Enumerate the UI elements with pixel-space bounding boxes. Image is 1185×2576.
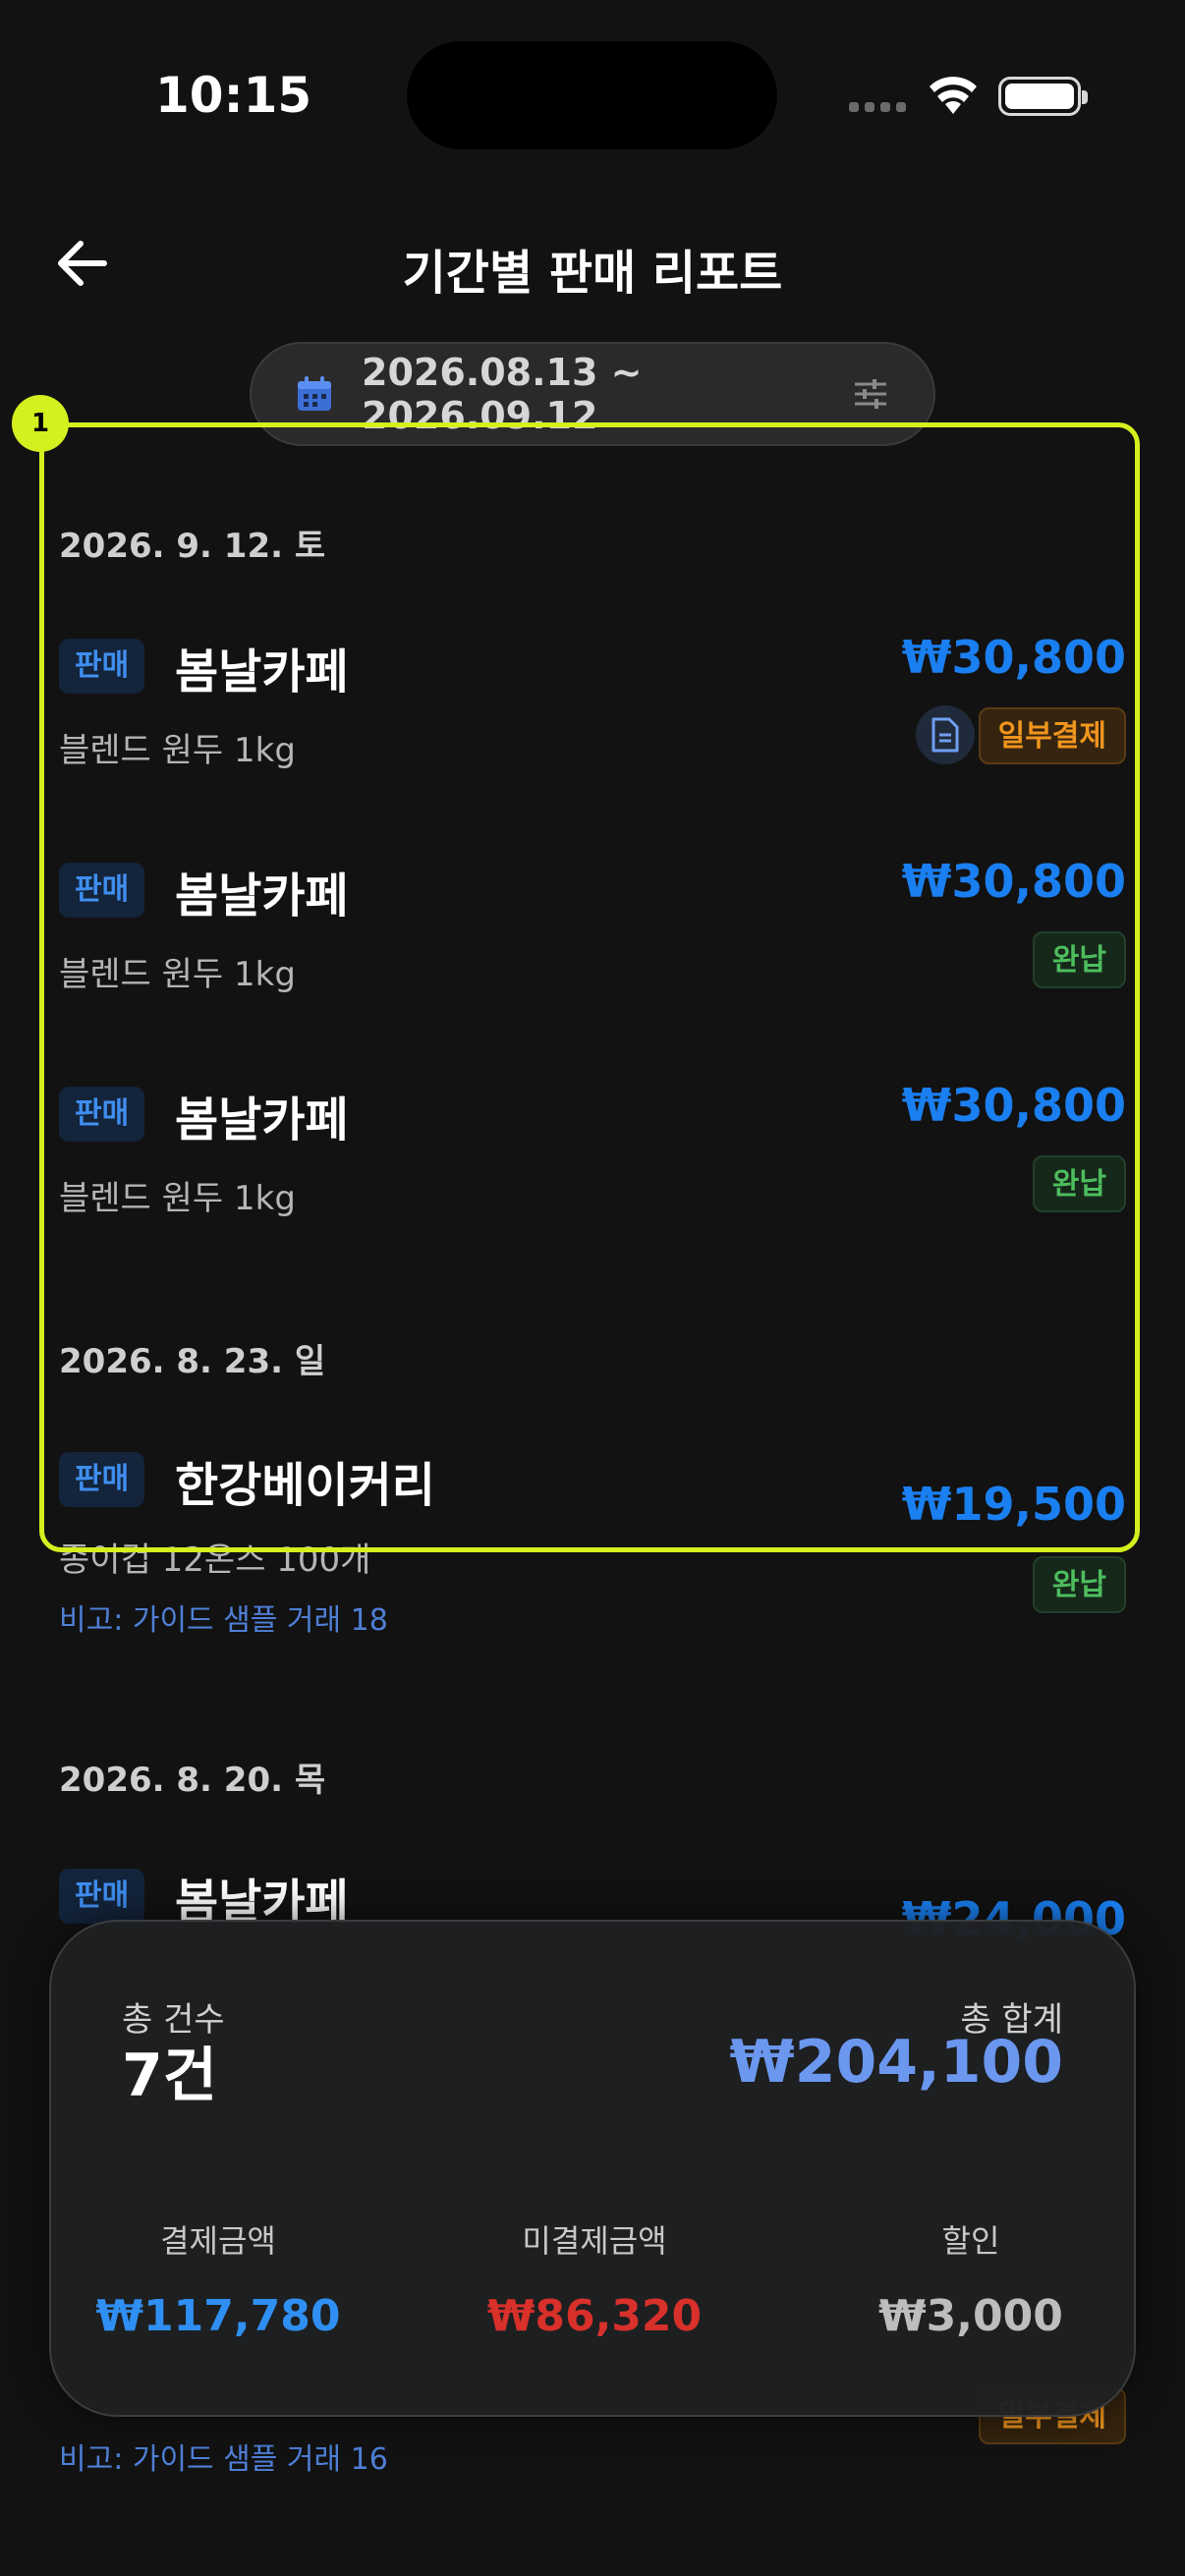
highlight-badge: 1 <box>12 395 69 452</box>
date-header: 2026. 8. 20. 목 <box>59 1761 326 1800</box>
highlight-box <box>39 422 1140 1552</box>
page-title: 기간별 판매 리포트 <box>402 246 783 301</box>
paid-amount-label: 결제금액 <box>160 2222 276 2260</box>
cellular-signal-icon <box>849 102 906 112</box>
battery-icon <box>998 77 1088 116</box>
total-count-value: 7건 <box>122 2042 217 2110</box>
type-tag: 판매 <box>59 1869 145 1924</box>
discount-label: 할인 <box>941 2222 1000 2260</box>
paid-amount-value: ₩117,780 <box>95 2291 341 2341</box>
discount-column: 할인 ₩3,000 <box>804 2216 1138 2341</box>
wifi-icon <box>930 77 977 114</box>
unpaid-amount-column: 미결제금액 ₩86,320 <box>427 2216 762 2341</box>
paid-amount-column: 결제금액 ₩117,780 <box>51 2216 385 2341</box>
unpaid-amount-label: 미결제금액 <box>522 2222 667 2260</box>
summary-card: 총 건수 7건 총 합계 ₩204,100 결제금액 ₩117,780 미결제금… <box>49 1920 1136 2417</box>
calendar-icon <box>298 376 331 411</box>
note-text: 비고: 가이드 샘플 거래 16 <box>59 2442 388 2477</box>
unpaid-amount-value: ₩86,320 <box>486 2291 703 2341</box>
status-time: 10:15 <box>155 67 312 124</box>
note-text: 비고: 가이드 샘플 거래 18 <box>59 1603 388 1638</box>
filter-tune-icon[interactable] <box>851 374 890 414</box>
status-badge: 완납 <box>1032 1556 1126 1613</box>
total-sum-value: ₩204,100 <box>729 2028 1063 2097</box>
discount-value: ₩3,000 <box>878 2291 1063 2341</box>
dynamic-island <box>407 41 777 149</box>
